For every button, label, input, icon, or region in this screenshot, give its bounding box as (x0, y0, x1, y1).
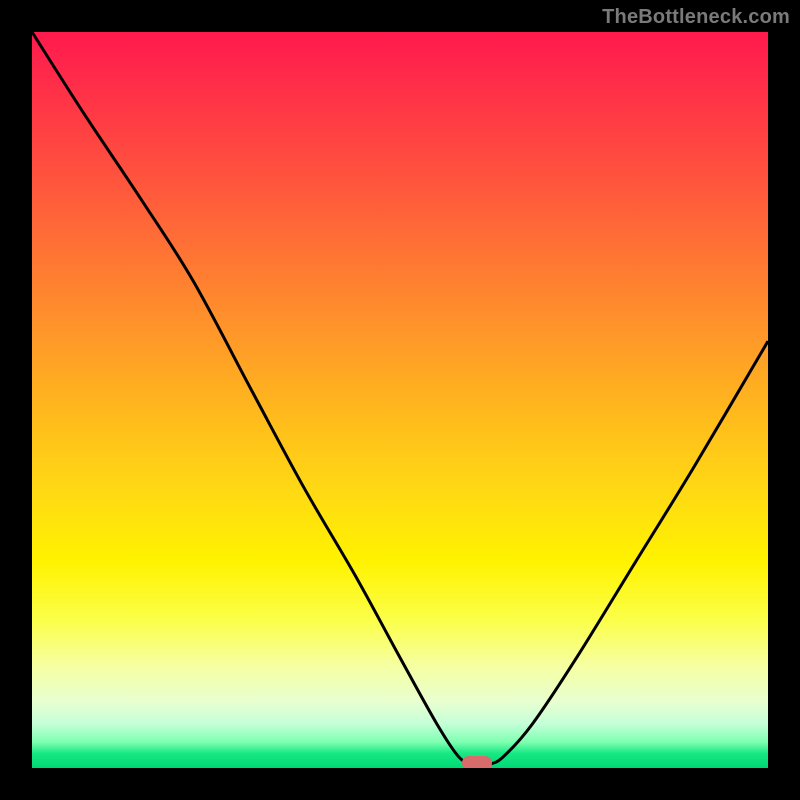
watermark-text: TheBottleneck.com (602, 6, 790, 29)
optimal-marker (462, 756, 492, 768)
plot-area (32, 32, 768, 768)
chart-frame: TheBottleneck.com (0, 0, 800, 800)
bottleneck-curve (32, 32, 768, 768)
